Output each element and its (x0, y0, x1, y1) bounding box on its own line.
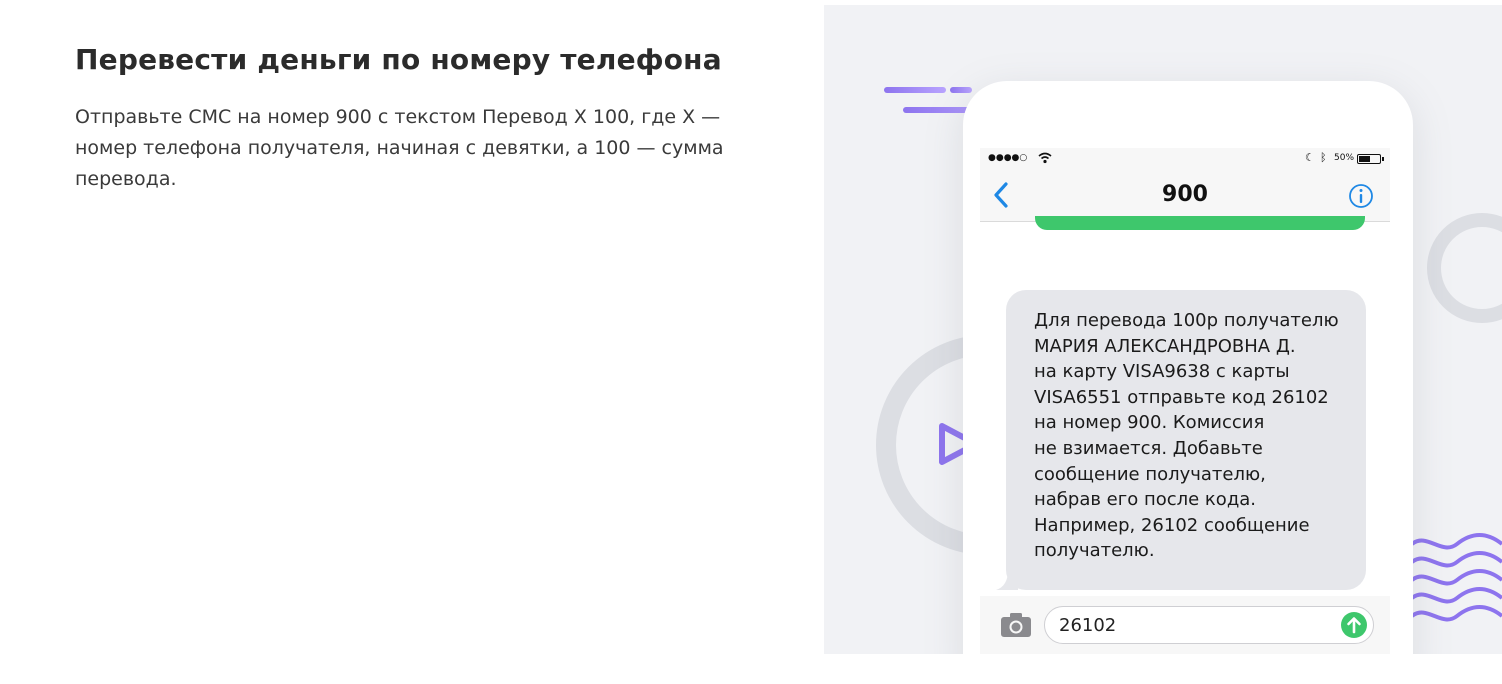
text-column: Перевести деньги по номеру телефона Отпр… (75, 40, 765, 195)
phone-illustration: ●●●●○ ☾ ᛒ 50% 900 Для перевода 100р полу… (824, 5, 1502, 654)
camera-icon[interactable] (1000, 612, 1032, 638)
conversation-header: 900 (980, 170, 1390, 222)
moon-icon: ☾ (1305, 151, 1315, 164)
bluetooth-icon: ᛒ (1320, 151, 1327, 164)
page-title: Перевести деньги по номеру телефона (75, 43, 722, 76)
message-text: Для перевода 100р получателю МАРИЯ АЛЕКС… (1006, 290, 1366, 590)
message-input[interactable]: 26102 (1044, 606, 1374, 644)
phone-mockup: ●●●●○ ☾ ᛒ 50% 900 Для перевода 100р полу… (963, 81, 1413, 654)
message-input-value: 26102 (1059, 615, 1117, 636)
signal-indicator: ●●●●○ (988, 153, 1028, 163)
battery-icon (1357, 154, 1384, 164)
battery-percent: 50% (1334, 153, 1355, 163)
decor-line (950, 87, 972, 93)
status-bar: ●●●●○ ☾ ᛒ 50% (980, 148, 1390, 170)
incoming-message: Для перевода 100р получателю МАРИЯ АЛЕКС… (996, 290, 1366, 590)
wifi-icon (1038, 152, 1052, 164)
decor-ring (1427, 213, 1502, 323)
phone-screen: ●●●●○ ☾ ᛒ 50% 900 Для перевода 100р полу… (980, 148, 1390, 654)
decor-waves (1412, 533, 1502, 622)
decor-line (884, 87, 946, 93)
info-icon[interactable] (1348, 183, 1374, 209)
contact-title: 900 (1162, 182, 1208, 207)
instruction-text: Отправьте СМС на номер 900 с текстом Пер… (75, 106, 724, 190)
previous-outgoing-bubble (1035, 216, 1365, 230)
message-composer: 26102 (980, 596, 1390, 654)
send-arrow-icon[interactable] (1341, 612, 1367, 638)
